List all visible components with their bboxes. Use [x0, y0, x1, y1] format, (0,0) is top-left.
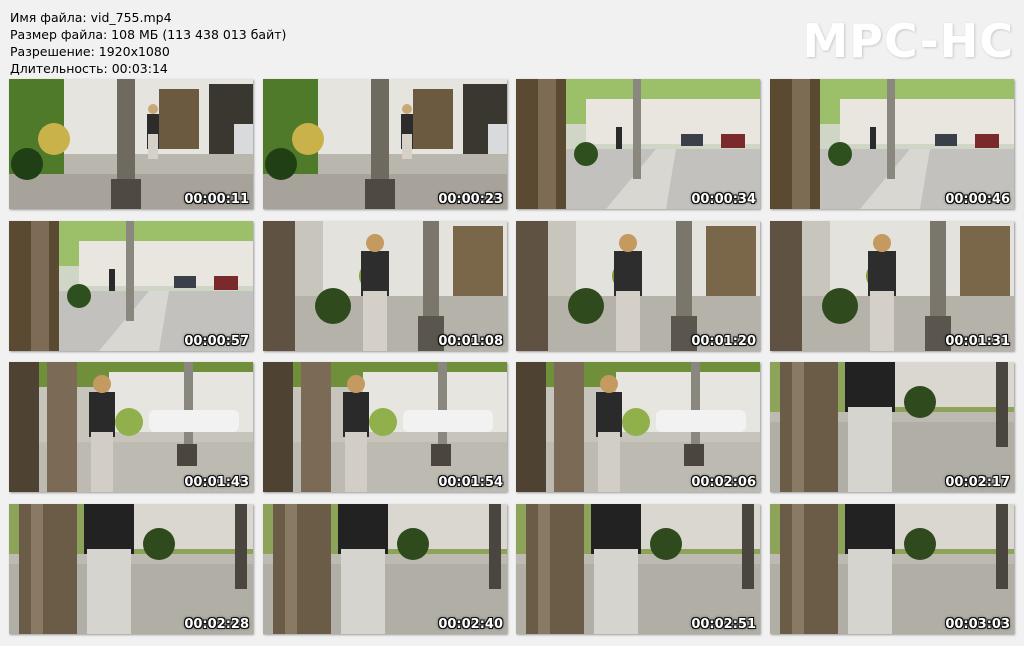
thumbnail-timestamp: 00:03:03 [945, 617, 1010, 632]
thumbnail-frame [770, 221, 1014, 351]
thumbnail-timestamp: 00:01:54 [438, 475, 503, 490]
video-thumbnail: 00:00:11 [9, 79, 253, 209]
thumbnail-timestamp: 00:01:43 [184, 475, 249, 490]
video-thumbnail: 00:02:06 [516, 362, 760, 492]
file-duration: Длительность: 00:03:14 [10, 61, 168, 76]
thumbnail-timestamp: 00:02:51 [691, 617, 756, 632]
video-thumbnail: 00:01:43 [9, 362, 253, 492]
video-thumbnail: 00:00:57 [9, 221, 253, 351]
file-resolution: Разрешение: 1920x1080 [10, 44, 170, 59]
thumbnail-timestamp: 00:00:34 [691, 192, 756, 207]
thumbnail-frame [9, 504, 253, 634]
video-thumbnail: 00:02:28 [9, 504, 253, 634]
thumbnail-frame [516, 221, 760, 351]
video-thumbnail: 00:02:17 [770, 362, 1014, 492]
thumbnail-frame [516, 362, 760, 492]
thumbnail-frame [770, 79, 1014, 209]
thumbnail-frame [263, 221, 507, 351]
thumbnail-frame [263, 504, 507, 634]
thumbnail-frame [9, 79, 253, 209]
thumbnail-timestamp: 00:01:20 [691, 334, 756, 349]
video-thumbnail: 00:02:51 [516, 504, 760, 634]
file-size: Размер файла: 108 МБ (113 438 013 байт) [10, 27, 287, 42]
video-thumbnail: 00:00:34 [516, 79, 760, 209]
thumbnail-timestamp: 00:00:23 [438, 192, 503, 207]
thumbnail-timestamp: 00:00:46 [945, 192, 1010, 207]
thumbnail-frame [770, 362, 1014, 492]
thumbnail-timestamp: 00:01:08 [438, 334, 503, 349]
thumbnail-frame [9, 362, 253, 492]
thumbnail-timestamp: 00:02:17 [945, 475, 1010, 490]
thumbnail-timestamp: 00:02:28 [184, 617, 249, 632]
video-thumbnail: 00:01:20 [516, 221, 760, 351]
video-thumbnail: 00:01:54 [263, 362, 507, 492]
thumbnail-grid: 00:00:11 00:00:23 00:00:34 00:00:46 00:0… [9, 79, 1014, 636]
thumbnail-frame [9, 221, 253, 351]
thumbnail-timestamp: 00:00:11 [184, 192, 249, 207]
thumbnail-timestamp: 00:00:57 [184, 334, 249, 349]
thumbnail-frame [770, 504, 1014, 634]
thumbnail-frame [516, 79, 760, 209]
thumbnail-frame [516, 504, 760, 634]
video-thumbnail: 00:00:46 [770, 79, 1014, 209]
video-thumbnail: 00:03:03 [770, 504, 1014, 634]
video-thumbnail: 00:02:40 [263, 504, 507, 634]
thumbnail-timestamp: 00:02:06 [691, 475, 756, 490]
video-thumbnail: 00:01:08 [263, 221, 507, 351]
thumbnail-timestamp: 00:01:31 [945, 334, 1010, 349]
file-name: Имя файла: vid_755.mp4 [10, 10, 172, 25]
thumbnail-frame [263, 79, 507, 209]
thumbnail-frame [263, 362, 507, 492]
mpc-hc-logo: MPC-HC [802, 14, 1014, 68]
file-info-panel: Имя файла: vid_755.mp4 Размер файла: 108… [10, 9, 286, 77]
video-thumbnail: 00:01:31 [770, 221, 1014, 351]
video-thumbnail: 00:00:23 [263, 79, 507, 209]
thumbnail-timestamp: 00:02:40 [438, 617, 503, 632]
